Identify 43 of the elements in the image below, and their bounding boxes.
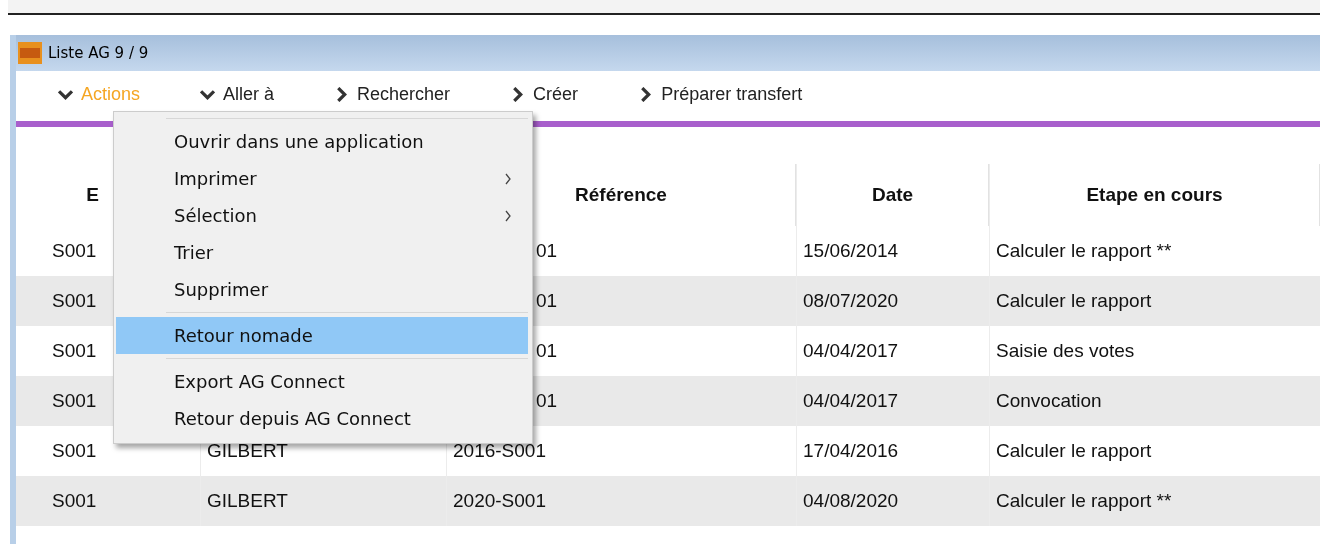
table-cell: Calculer le rapport ** bbox=[996, 240, 1172, 262]
table-cell: Calculer le rapport bbox=[996, 440, 1152, 462]
table-cell: 01 bbox=[536, 340, 558, 362]
table-cell: S001 bbox=[52, 390, 97, 412]
table-cell: Convocation bbox=[996, 390, 1102, 412]
table-cell: 04/04/2017 bbox=[803, 390, 899, 412]
table-cell: 2020-S001 bbox=[453, 490, 546, 512]
column-header[interactable]: Date bbox=[796, 164, 989, 226]
table-cell: S001 bbox=[52, 490, 97, 512]
toolbar-menu-button[interactable]: Aller à bbox=[200, 83, 275, 105]
table-cell: S001 bbox=[52, 240, 97, 262]
table-cell: 17/04/2016 bbox=[803, 440, 899, 462]
table-cell: 04/04/2017 bbox=[803, 340, 899, 362]
table-cell: 04/08/2020 bbox=[803, 490, 899, 512]
window-title: Liste AG 9 / 9 bbox=[48, 44, 149, 62]
table-cell: 01 bbox=[536, 290, 558, 312]
table-cell: Calculer le rapport bbox=[996, 290, 1152, 312]
table-cell: 15/06/2014 bbox=[803, 240, 899, 262]
chevron-right-icon bbox=[334, 86, 350, 102]
toolbar-menu-button[interactable]: Rechercher bbox=[334, 83, 451, 105]
app-logo-icon bbox=[18, 42, 42, 64]
table-cell: S001 bbox=[52, 290, 97, 312]
table-cell: 01 bbox=[536, 390, 558, 412]
menu-item[interactable]: Trier bbox=[116, 234, 528, 271]
toolbar-menu-button[interactable]: Créer bbox=[510, 83, 579, 105]
menu-item[interactable]: Retour depuis AG Connect bbox=[116, 400, 528, 437]
table-cell: S001 bbox=[52, 440, 97, 462]
table-cell: 01 bbox=[536, 240, 558, 262]
chevron-right-icon bbox=[638, 86, 654, 102]
chevron-right-icon bbox=[510, 86, 526, 102]
table-cell: GILBERT bbox=[207, 440, 288, 462]
table-cell: 2016-S001 bbox=[453, 440, 546, 462]
toolbar-menu-button[interactable]: Préparer transfert bbox=[638, 83, 803, 105]
table-cell: Calculer le rapport ** bbox=[996, 490, 1172, 512]
menu-item[interactable]: Export AG Connect bbox=[116, 363, 528, 400]
menu-item[interactable]: Retour nomade bbox=[116, 317, 528, 354]
menu-item[interactable]: Ouvrir dans une application bbox=[116, 123, 528, 160]
table-cell: S001 bbox=[52, 340, 97, 362]
column-header[interactable]: Etape en cours bbox=[989, 164, 1320, 226]
menu-item[interactable]: Supprimer bbox=[116, 271, 528, 308]
table-cell: Saisie des votes bbox=[996, 340, 1135, 362]
table-cell: GILBERT bbox=[207, 490, 288, 512]
table-cell: 08/07/2020 bbox=[803, 290, 899, 312]
